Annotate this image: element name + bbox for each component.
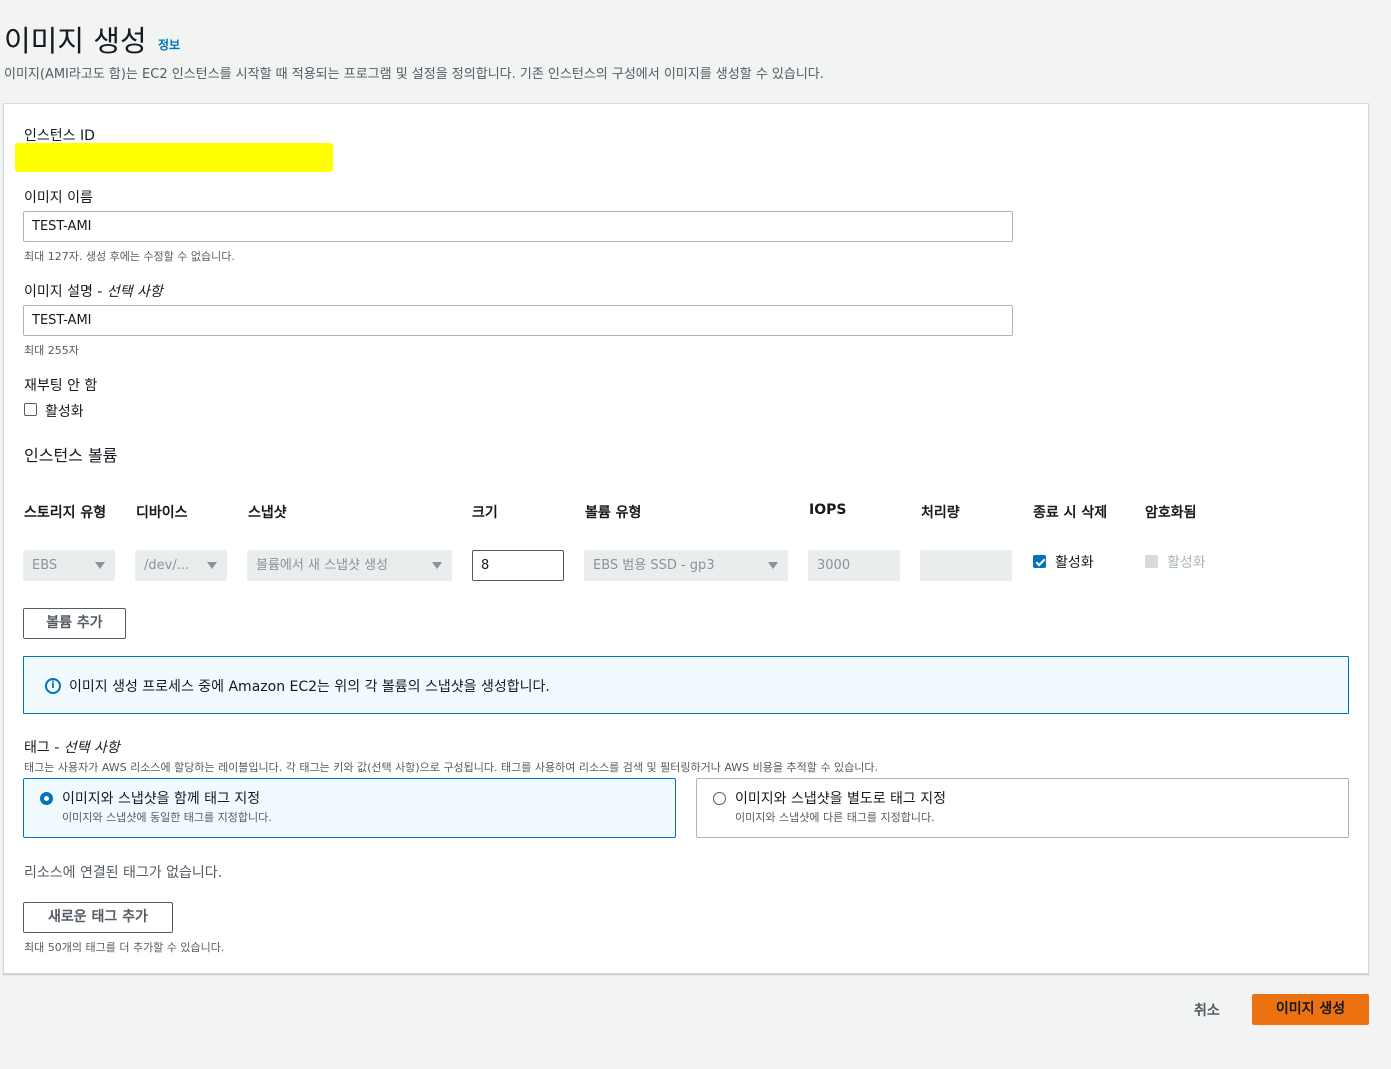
caret-down-icon: [432, 562, 442, 569]
encrypted-label: 활성화: [1167, 555, 1206, 571]
size-input[interactable]: 8: [472, 550, 564, 581]
tags-label: 태그 - 선택 사항: [24, 737, 120, 757]
no-reboot-checkbox-label: 활성화: [45, 404, 84, 420]
delete-on-termination-checkbox[interactable]: [1033, 555, 1046, 568]
tags-description: 태그는 사용자가 AWS 리소스에 할당하는 레이블입니다. 각 태그는 키와 …: [24, 761, 878, 774]
col-device: 디바이스: [136, 505, 188, 521]
create-image-button[interactable]: 이미지 생성: [1252, 994, 1369, 1025]
no-reboot-label: 재부팅 안 함: [24, 378, 98, 394]
image-description-label-text: 이미지 설명 -: [24, 284, 107, 300]
caret-down-icon: [95, 562, 105, 569]
snapshot-select: 볼륨에서 새 스냅샷 생성: [247, 550, 452, 581]
radio-selected[interactable]: [40, 792, 53, 805]
add-volume-button[interactable]: 볼륨 추가: [23, 608, 126, 639]
radio-unselected[interactable]: [713, 792, 726, 805]
snapshot-value: 볼륨에서 새 스냅샷 생성: [256, 558, 388, 573]
tags-label-text: 태그 -: [24, 740, 64, 756]
device-select: /dev/...: [135, 550, 227, 581]
image-name-hint: 최대 127자. 생성 후에는 수정할 수 없습니다.: [24, 250, 235, 263]
encrypted-checkbox: [1145, 555, 1158, 568]
image-name-label: 이미지 이름: [24, 190, 93, 206]
page-title: 이미지 생성: [4, 24, 147, 58]
info-icon: i: [45, 678, 61, 694]
throughput-input: [920, 550, 1012, 581]
image-description-label: 이미지 설명 - 선택 사항: [24, 281, 163, 301]
col-volume-type: 볼륨 유형: [585, 505, 642, 521]
col-size: 크기: [472, 505, 498, 521]
col-storage-type: 스토리지 유형: [24, 505, 107, 521]
tag-option-separate-title: 이미지와 스냅샷을 별도로 태그 지정: [735, 791, 946, 807]
tag-option-separate-desc: 이미지와 스냅샷에 다른 태그를 지정합니다.: [735, 811, 935, 824]
no-reboot-checkbox[interactable]: [24, 403, 37, 416]
caret-down-icon: [207, 562, 217, 569]
no-tags-text: 리소스에 연결된 태그가 없습니다.: [24, 865, 223, 881]
instance-id-redacted: [15, 143, 333, 172]
col-throughput: 처리량: [921, 505, 960, 521]
tags-limit-hint: 최대 50개의 태그를 더 추가할 수 있습니다.: [24, 941, 225, 954]
col-delete-on-termination: 종료 시 삭제: [1033, 505, 1108, 521]
info-alert-text: 이미지 생성 프로세스 중에 Amazon EC2는 위의 각 볼륨의 스냅샷을…: [69, 679, 550, 695]
image-name-input[interactable]: TEST-AMI: [23, 211, 1013, 242]
instance-id-label: 인스턴스 ID: [24, 128, 95, 144]
image-description-input[interactable]: TEST-AMI: [23, 305, 1013, 336]
info-alert: i 이미지 생성 프로세스 중에 Amazon EC2는 위의 각 볼륨의 스냅…: [23, 656, 1349, 714]
volume-type-value: EBS 범용 SSD - gp3: [593, 558, 715, 573]
device-value: /dev/...: [144, 558, 190, 573]
page-description: 이미지(AMI라고도 함)는 EC2 인스턴스를 시작할 때 적용되는 프로그램…: [4, 67, 824, 82]
tag-option-together-title: 이미지와 스냅샷을 함께 태그 지정: [62, 791, 261, 807]
caret-down-icon: [768, 562, 778, 569]
image-description-hint: 최대 255자: [24, 344, 79, 357]
iops-input: 3000: [808, 550, 900, 581]
optional-text: 선택 사항: [63, 740, 120, 756]
instance-volumes-title: 인스턴스 볼륨: [24, 446, 118, 465]
info-link[interactable]: 정보: [158, 36, 180, 53]
tag-option-together-desc: 이미지와 스냅샷에 동일한 태그를 지정합니다.: [62, 811, 272, 824]
storage-type-select: EBS: [23, 550, 115, 581]
add-tag-button[interactable]: 새로운 태그 추가: [23, 902, 173, 933]
col-snapshot: 스냅샷: [248, 505, 287, 521]
tag-option-together[interactable]: 이미지와 스냅샷을 함께 태그 지정 이미지와 스냅샷에 동일한 태그를 지정합…: [23, 778, 676, 838]
col-encrypted: 암호화됨: [1145, 505, 1197, 521]
delete-on-termination-label: 활성화: [1055, 555, 1094, 571]
col-iops: IOPS: [809, 502, 847, 518]
optional-text: 선택 사항: [106, 284, 163, 300]
volume-type-select: EBS 범용 SSD - gp3: [584, 550, 788, 581]
cancel-button[interactable]: 취소: [1194, 1000, 1220, 1020]
storage-type-value: EBS: [32, 558, 58, 573]
tag-option-separate[interactable]: 이미지와 스냅샷을 별도로 태그 지정 이미지와 스냅샷에 다른 태그를 지정합…: [696, 778, 1349, 838]
